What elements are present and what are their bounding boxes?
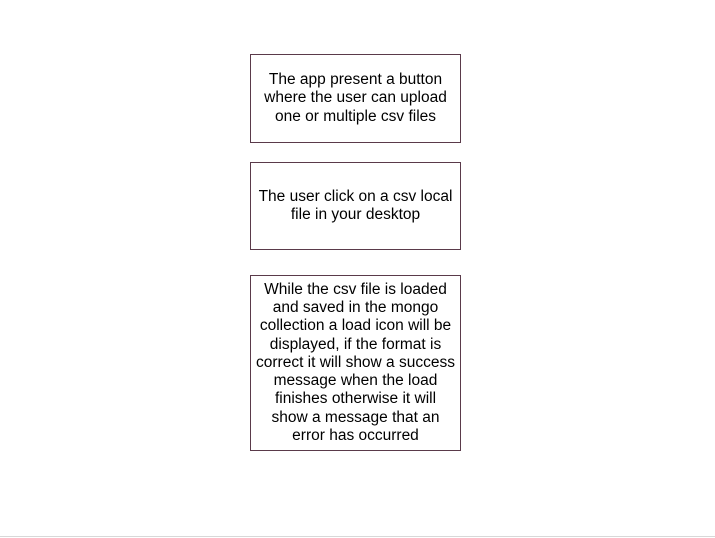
diagram-canvas: The app present a button where the user …: [0, 0, 715, 538]
step-text: The app present a button where the user …: [264, 71, 447, 125]
step-text: The user click on a csv local file in yo…: [258, 187, 453, 223]
step-box-select-file: The user click on a csv local file in yo…: [250, 162, 461, 250]
step-box-upload-button: The app present a button where the user …: [250, 54, 461, 143]
step-box-load-result: While the csv file is loaded and saved i…: [250, 275, 461, 451]
step-text: While the csv file is loaded and saved i…: [256, 280, 455, 445]
page-divider: [0, 536, 715, 537]
